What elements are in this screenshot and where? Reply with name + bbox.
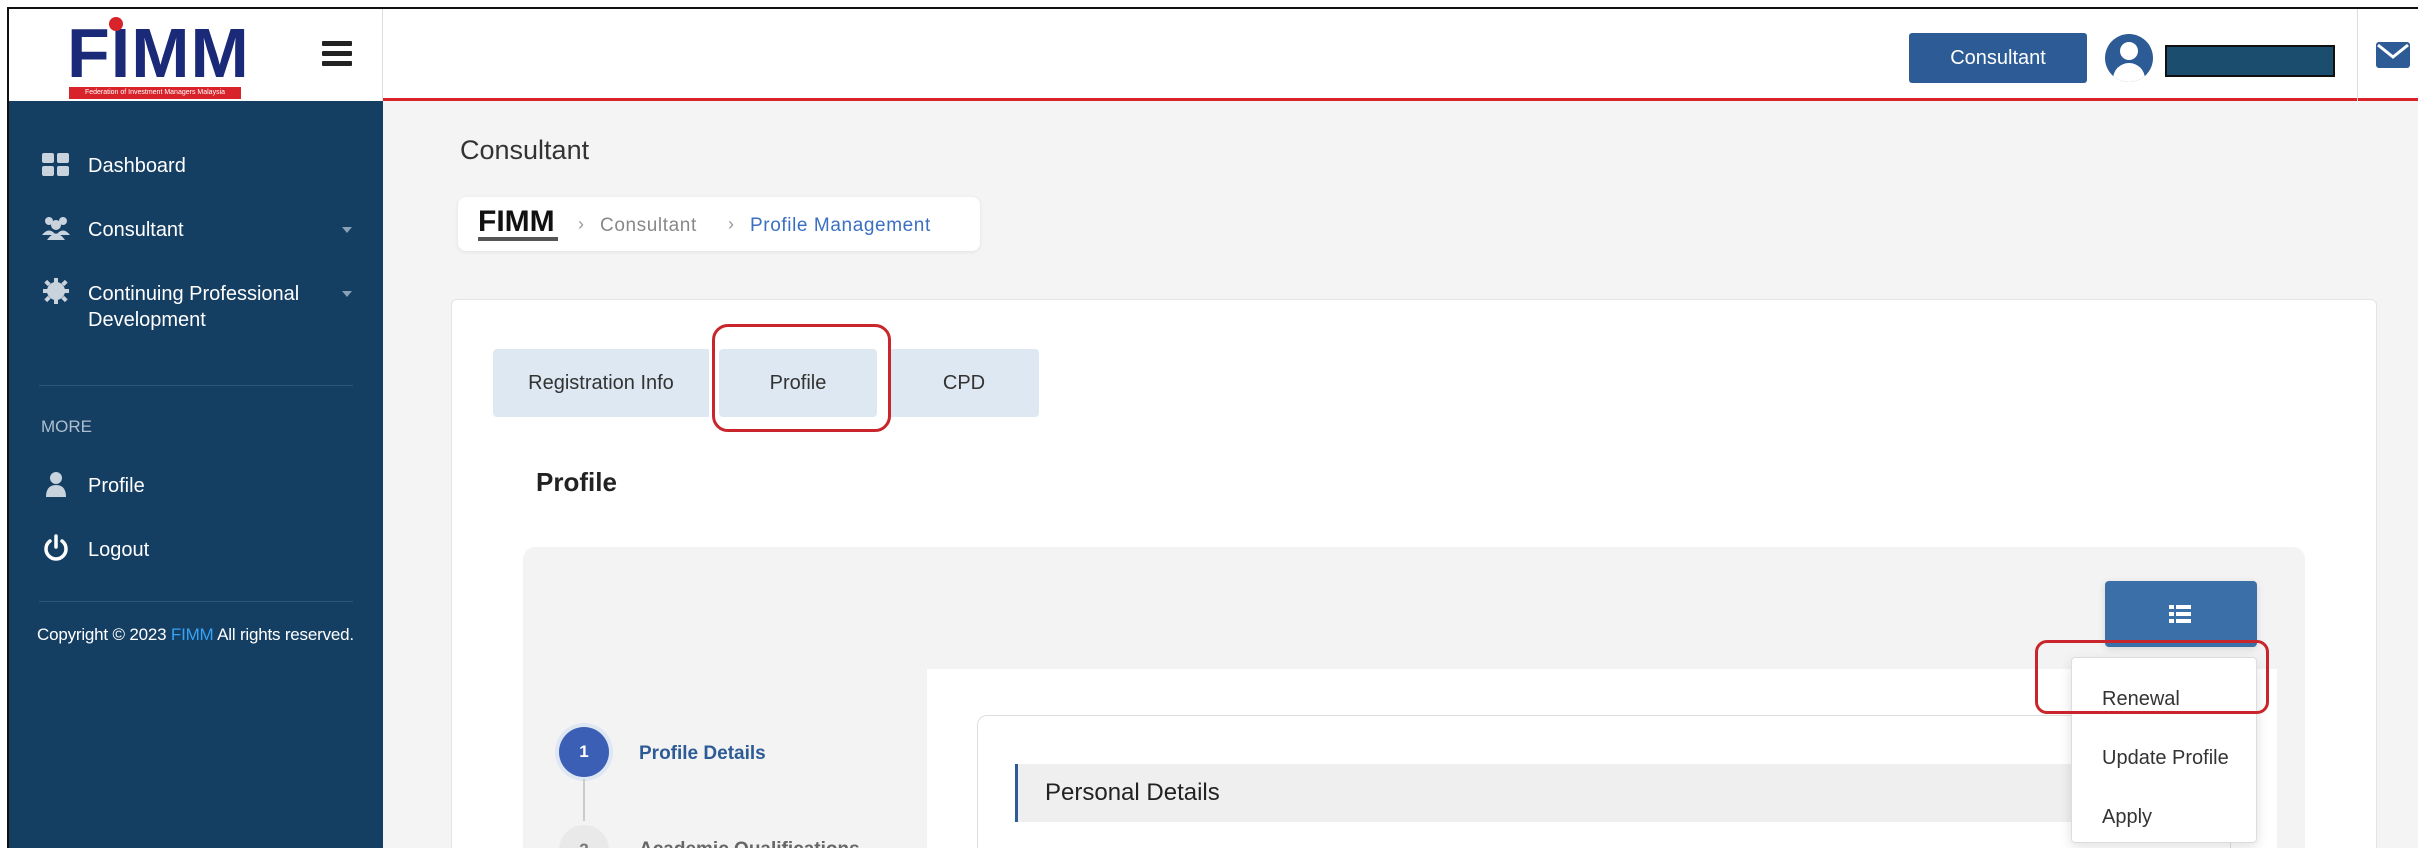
sidebar-divider (39, 601, 353, 602)
tab-profile[interactable]: Profile (719, 349, 877, 417)
personal-details-title: Personal Details (1045, 779, 1220, 806)
sidebar-item-cpd[interactable]: Continuing Professional Development (9, 267, 383, 345)
dashboard-icon (42, 153, 69, 176)
breadcrumb: FIMM › Consultant › Profile Management (458, 197, 980, 251)
mail-icon[interactable] (2375, 41, 2411, 69)
sidebar-item-logout[interactable]: Logout (9, 523, 383, 571)
breadcrumb-item-profile-management: Profile Management (750, 215, 931, 236)
step-label-profile-details[interactable]: Profile Details (639, 743, 766, 765)
table-icon (2169, 605, 2191, 623)
breadcrumb-logo[interactable]: FIMM (478, 207, 558, 241)
actions-dropdown-menu: Renewal Update Profile Apply (2071, 657, 2257, 843)
menu-item-renewal[interactable]: Renewal (2102, 688, 2180, 711)
sidebar-item-label: Logout (88, 539, 150, 561)
step-label-academic-qualifications[interactable]: Academic Qualifications (639, 839, 860, 848)
user-icon (46, 472, 66, 497)
logo-wordmark: FIMM (67, 14, 250, 92)
copyright-suffix: All rights reserved. (217, 625, 354, 644)
breadcrumb-logo-underline (478, 237, 558, 241)
sidebar-item-label-line2: Development (88, 309, 206, 331)
gear-icon (43, 278, 69, 304)
hamburger-menu-icon[interactable] (322, 41, 352, 67)
step-1-indicator[interactable]: 1 (559, 727, 609, 777)
copyright-brand-link[interactable]: FIMM (171, 625, 214, 644)
copyright-prefix: Copyright © 2023 (37, 625, 167, 644)
sidebar-item-label: Consultant (88, 219, 184, 241)
power-icon (44, 534, 68, 561)
chevron-right-icon: › (578, 214, 584, 234)
top-header: FIMM Federation of Investment Managers M… (9, 9, 2418, 101)
chevron-right-icon: › (728, 214, 734, 234)
breadcrumb-logo-text: FIMM (478, 205, 555, 238)
chevron-down-icon (342, 227, 352, 233)
page-title: Consultant (460, 135, 590, 165)
section-title: Profile (536, 467, 617, 497)
sidebar-divider (39, 385, 353, 386)
sidebar-item-dashboard[interactable]: Dashboard (9, 139, 383, 187)
menu-item-apply[interactable]: Apply (2102, 806, 2152, 829)
header-divider (2357, 9, 2358, 101)
role-switch-button[interactable]: Consultant (1909, 33, 2087, 83)
step-connector (583, 779, 585, 825)
sidebar-item-profile[interactable]: Profile (9, 459, 383, 507)
sidebar-item-label: Profile (88, 475, 145, 497)
sidebar: Dashboard Consultant Continuing Professi… (9, 101, 383, 848)
tab-cpd[interactable]: CPD (889, 349, 1039, 417)
copyright-text: Copyright © 2023 FIMM All rights reserve… (37, 625, 354, 645)
chevron-down-icon (342, 291, 352, 297)
sidebar-item-consultant[interactable]: Consultant (9, 203, 383, 251)
menu-item-update-profile[interactable]: Update Profile (2102, 747, 2229, 770)
app-window: FIMM Federation of Investment Managers M… (7, 7, 2418, 848)
actions-menu-button[interactable] (2105, 581, 2257, 647)
sidebar-item-label: Continuing Professional Development (88, 281, 299, 333)
logo-dot-decoration (109, 17, 123, 31)
breadcrumb-item-consultant[interactable]: Consultant (600, 215, 697, 237)
fimm-logo[interactable]: FIMM Federation of Investment Managers M… (67, 14, 250, 99)
logo-area: FIMM Federation of Investment Managers M… (9, 9, 383, 101)
sidebar-more-heading: MORE (41, 417, 92, 436)
user-avatar-icon[interactable] (2105, 34, 2153, 82)
users-icon (42, 217, 70, 240)
username-redacted[interactable] (2165, 45, 2335, 77)
sidebar-item-label: Dashboard (88, 155, 186, 177)
tab-registration-info[interactable]: Registration Info (493, 349, 709, 417)
sidebar-item-label-line1: Continuing Professional (88, 283, 300, 305)
logo-tagline: Federation of Investment Managers Malays… (69, 87, 241, 99)
